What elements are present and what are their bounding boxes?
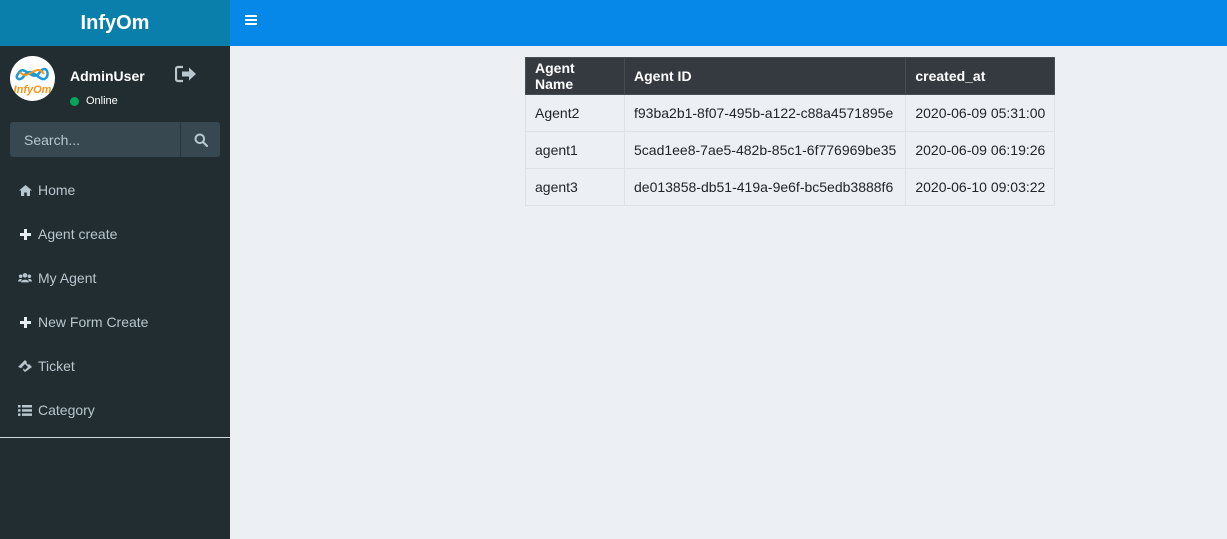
sidebar-item-label: Home <box>38 182 76 198</box>
user-status: Online <box>70 95 118 107</box>
brand-name: InfyOm <box>80 11 150 34</box>
sidebar-item-new-form-create[interactable]: New Form Create <box>0 300 230 344</box>
avatar: InfyOm <box>10 56 55 101</box>
table-row: Agent2 f93ba2b1-8f07-495b-a122-c88a45718… <box>525 94 1056 132</box>
table-header-row: Agent Name Agent ID created_at <box>525 57 1056 95</box>
table-row: agent1 5cad1ee8-7ae5-482b-85c1-6f776969b… <box>525 131 1056 169</box>
sidebar-item-category[interactable]: Category <box>0 388 230 432</box>
table-row: agent3 de013858-db51-419a-9e6f-bc5edb388… <box>525 168 1056 206</box>
plus-icon <box>18 227 32 241</box>
column-header-created-at: created_at <box>905 57 1056 95</box>
search-button[interactable] <box>180 122 220 157</box>
agent-id-cell: de013858-db51-419a-9e6f-bc5edb3888f6 <box>623 168 907 206</box>
sidebar-menu: Home Agent create My Agent New Form Crea… <box>0 168 230 432</box>
top-navbar <box>230 0 1227 46</box>
column-header-agent-id: Agent ID <box>623 57 907 95</box>
created-at-cell: 2020-06-09 05:31:00 <box>905 94 1056 132</box>
sidebar-item-label: Ticket <box>38 358 75 374</box>
agent-name-cell: Agent2 <box>525 94 625 132</box>
list-icon <box>18 403 32 417</box>
online-dot-icon <box>70 96 79 106</box>
sidebar-item-ticket[interactable]: Ticket <box>0 344 230 388</box>
ticket-icon <box>18 359 32 373</box>
users-icon <box>18 271 32 285</box>
sidebar-item-label: Category <box>38 402 95 418</box>
agent-id-cell: f93ba2b1-8f07-495b-a122-c88a4571895e <box>623 94 907 132</box>
brand-logo[interactable]: InfyOm <box>0 0 230 46</box>
search-icon <box>194 133 208 147</box>
column-header-agent-name: Agent Name <box>525 57 625 95</box>
created-at-cell: 2020-06-10 09:03:22 <box>905 168 1056 206</box>
user-status-label: Online <box>86 95 118 107</box>
home-icon <box>18 183 32 197</box>
agents-table: Agent Name Agent ID created_at Agent2 f9… <box>525 57 1056 206</box>
search-input[interactable] <box>10 122 180 157</box>
sidebar-item-my-agent[interactable]: My Agent <box>0 256 230 300</box>
avatar-logo-text: InfyOm <box>14 84 52 96</box>
agent-name-cell: agent1 <box>525 131 625 169</box>
sign-out-icon[interactable] <box>174 65 197 83</box>
sidebar-divider <box>0 437 230 438</box>
agent-id-cell: 5cad1ee8-7ae5-482b-85c1-6f776969be35 <box>623 131 907 169</box>
sidebar-search <box>10 122 220 157</box>
sidebar-item-label: New Form Create <box>38 314 149 330</box>
sidebar-item-label: My Agent <box>38 270 97 286</box>
user-name: AdminUser <box>70 68 145 84</box>
sidebar-item-agent-create[interactable]: Agent create <box>0 212 230 256</box>
bars-icon[interactable] <box>245 15 257 27</box>
plus-icon <box>18 315 32 329</box>
created-at-cell: 2020-06-09 06:19:26 <box>905 131 1056 169</box>
sidebar-item-label: Agent create <box>38 226 118 242</box>
sidebar: InfyOm AdminUser Online Home <box>0 46 230 539</box>
agent-name-cell: agent3 <box>525 168 625 206</box>
sidebar-item-home[interactable]: Home <box>0 168 230 212</box>
